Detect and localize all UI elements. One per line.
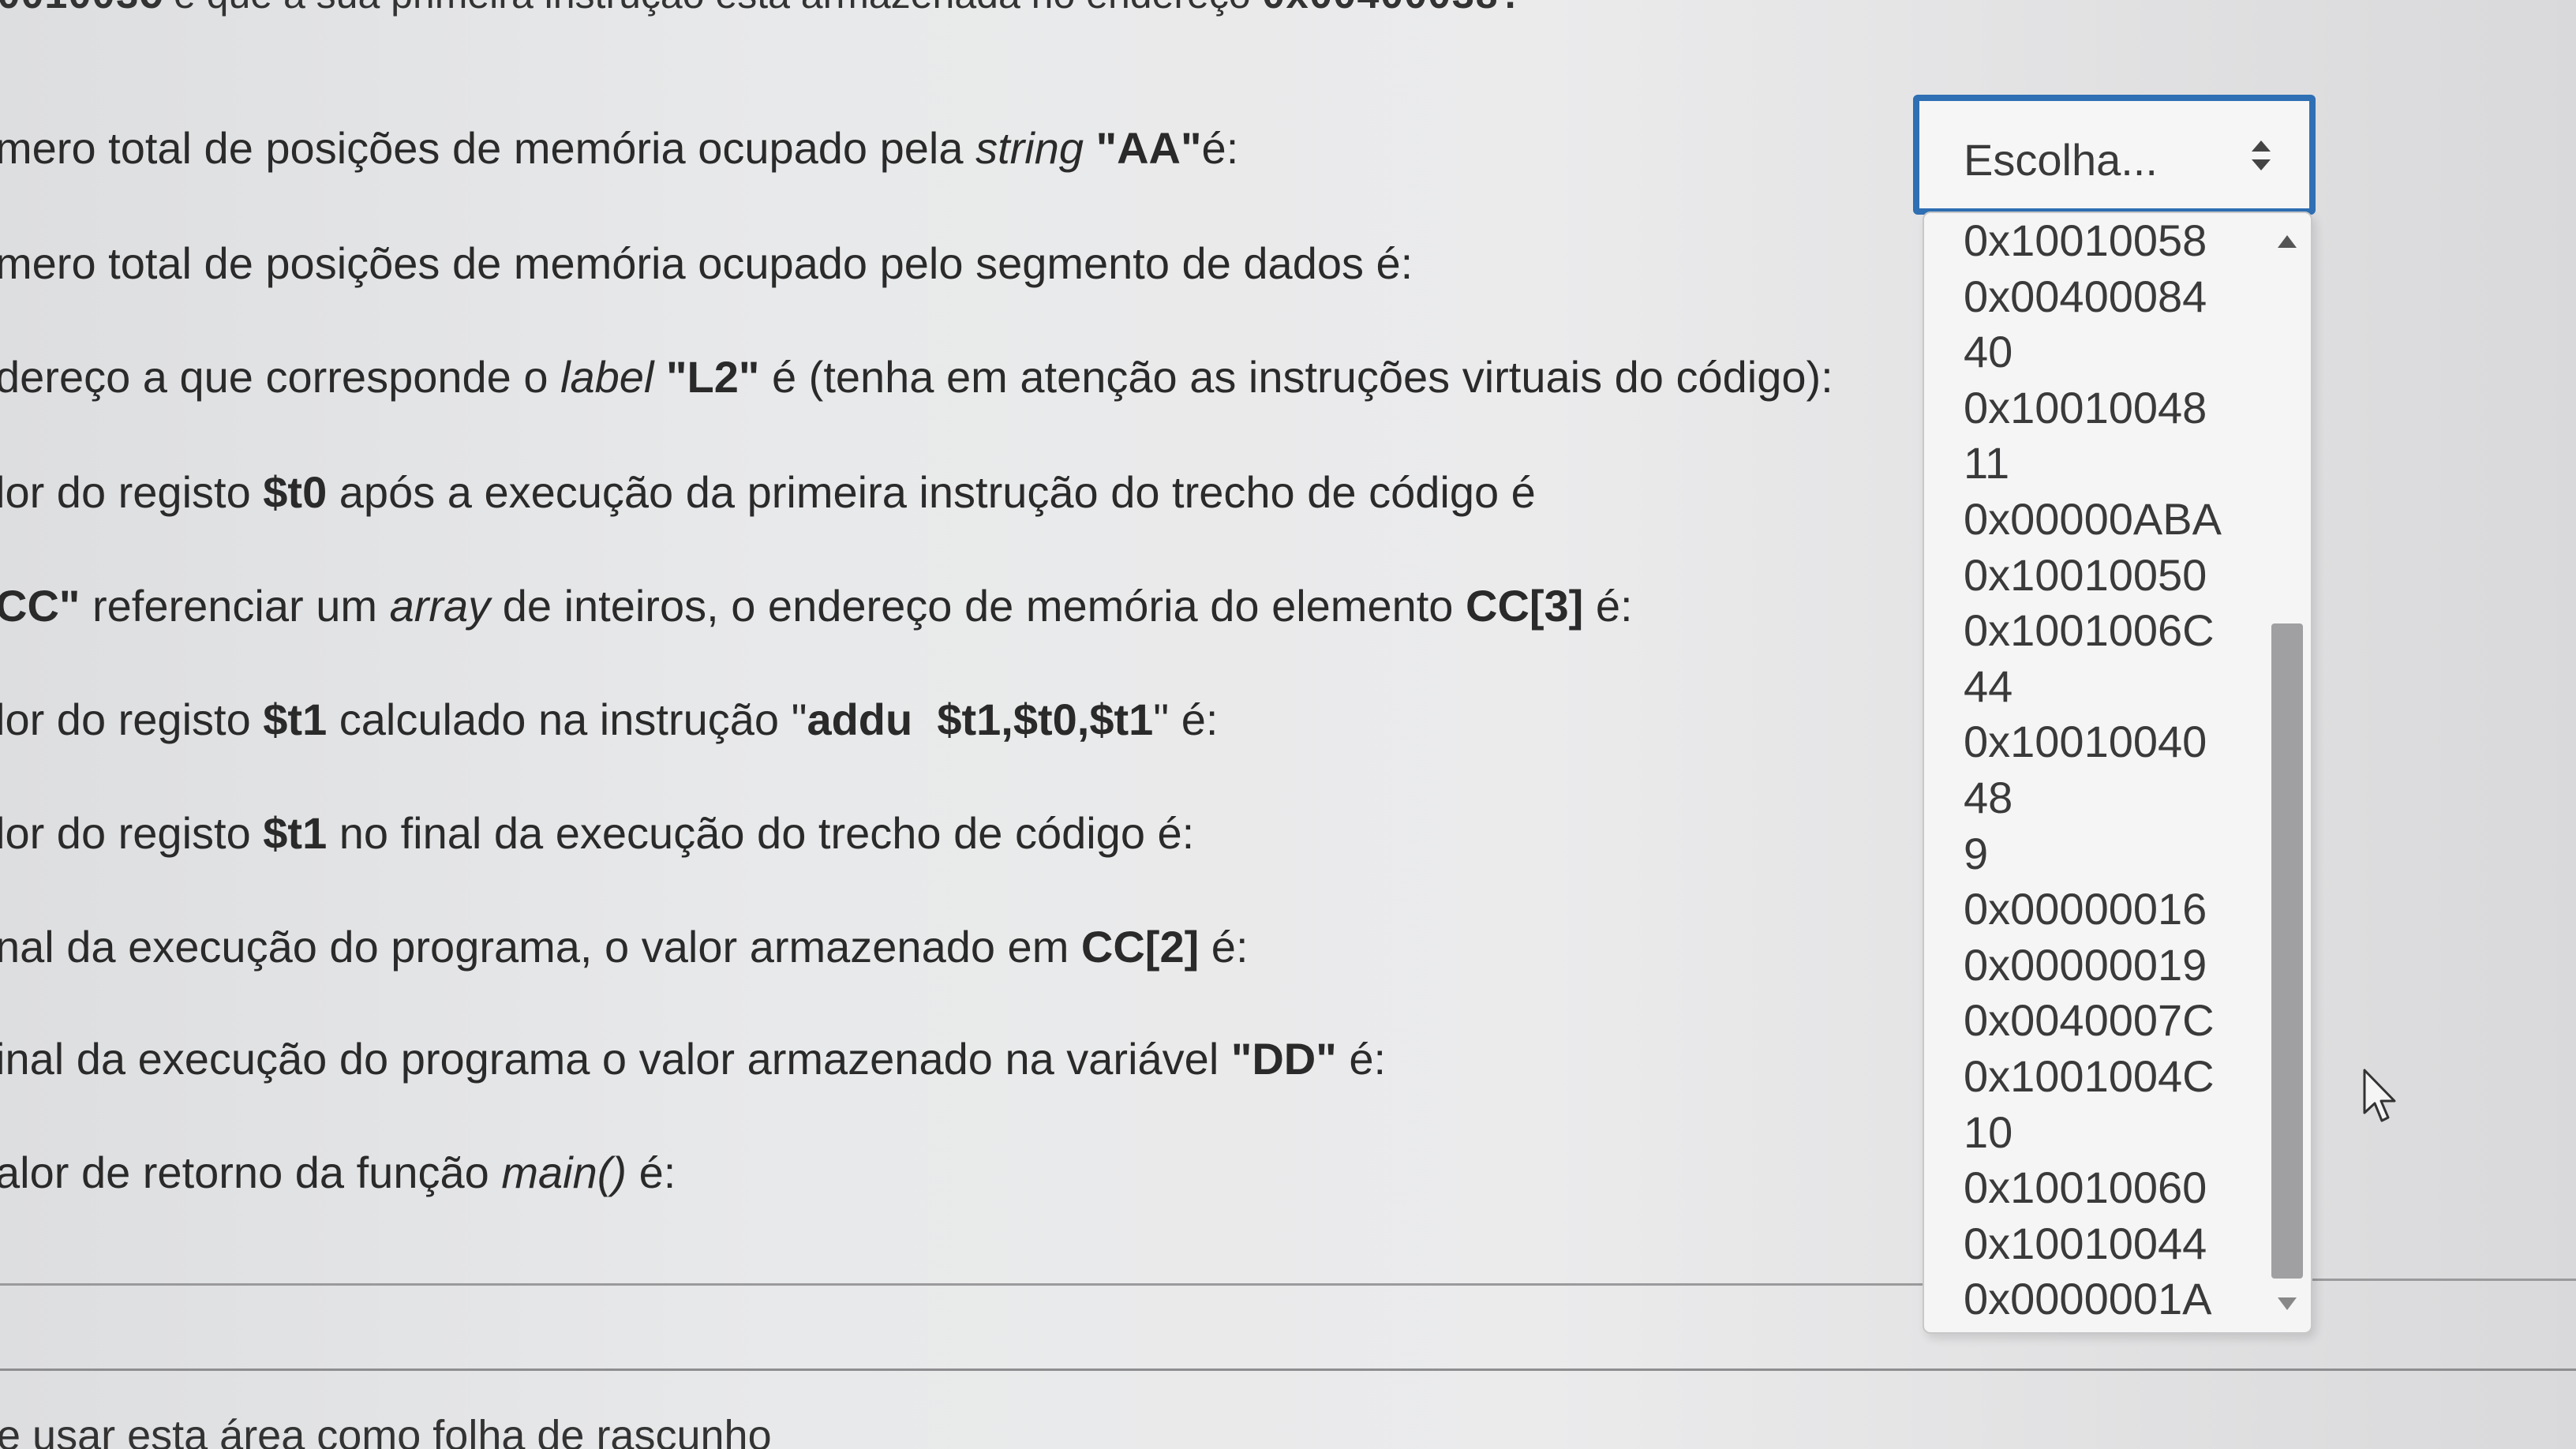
question-text: mero total de posições de memória ocupad… [0, 238, 1413, 288]
question-text-end: é: [1199, 922, 1249, 972]
question-bold: CC[2] [1080, 922, 1200, 972]
question-space [653, 352, 666, 402]
question-bold: CC" [0, 581, 80, 631]
question-bold-2: CC[3] [1466, 581, 1584, 631]
option-item[interactable]: 0x00000ABA [1924, 492, 2263, 548]
mouse-pointer-icon [2363, 1069, 2396, 1122]
question-text: mero total de posições de memória ocupad… [0, 123, 976, 173]
question-text-mid: de inteiros, o endereço de memória do el… [490, 581, 1466, 631]
quiz-page: 001003C e que a sua primeira instrução e… [0, 0, 2576, 1449]
option-item[interactable]: 11 [1924, 436, 2263, 492]
question-4: lor do registo $t0 após a execução da pr… [0, 470, 1536, 515]
question-bold: "AA" [1095, 123, 1202, 173]
question-2: mero total de posições de memória ocupad… [0, 242, 1413, 286]
scroll-up-arrow-icon[interactable] [2276, 234, 2298, 249]
question-text-end: após a execução da primeira instrução do… [327, 467, 1536, 517]
option-item[interactable]: 48 [1924, 770, 2263, 826]
option-item[interactable]: 0x1001006C [1924, 603, 2263, 659]
option-item[interactable]: 0x10010050 [1924, 548, 2263, 604]
option-item[interactable]: 0x10010040 [1924, 714, 2263, 770]
question-bold: "DD" [1230, 1034, 1337, 1084]
question-text: alor de retorno da função [0, 1148, 502, 1197]
question-text-mid: calculado na instrução " [327, 695, 807, 744]
option-item[interactable]: 0x00000019 [1924, 938, 2263, 994]
option-item[interactable]: 0x10010044 [1924, 1216, 2263, 1272]
question-1: mero total de posições de memória ocupad… [0, 126, 1238, 170]
answer-select[interactable]: Escolha... [1913, 95, 2316, 215]
intro-text: 001003C e que a sua primeira instrução e… [0, 0, 1522, 21]
question-text-end: " é: [1153, 695, 1219, 744]
option-item[interactable]: 0x1001004C [1924, 1049, 2263, 1105]
scroll-thumb[interactable] [2271, 623, 2303, 1279]
question-italic: main() [501, 1148, 627, 1197]
question-text: lor do registo [0, 808, 264, 858]
question-bold-2: addu $t1,$t0,$t1 [807, 695, 1154, 744]
question-9: inal da execução do programa o valor arm… [0, 1037, 1386, 1081]
option-item[interactable]: 44 [1924, 659, 2263, 715]
question-8: nal da execução do programa, o valor arm… [0, 925, 1249, 969]
intro-code-a: 001003C [0, 0, 163, 21]
question-text: referenciar um [80, 581, 390, 631]
option-list: 0x10010058 0x00400084 40 0x10010048 11 0… [1924, 213, 2263, 1327]
option-item[interactable]: 0x00400084 [1924, 269, 2263, 325]
option-item[interactable]: 0x00000016 [1924, 882, 2263, 938]
question-space [1084, 123, 1096, 173]
option-item[interactable]: 0x0040007C [1924, 993, 2263, 1049]
option-item[interactable]: 0x10010060 [1924, 1160, 2263, 1216]
question-text: inal da execução do programa o valor arm… [0, 1034, 1231, 1084]
question-text-end: é: [627, 1148, 676, 1197]
question-italic: label [560, 352, 654, 402]
divider-right [2312, 1279, 2576, 1281]
intro-code-b: 0x00400038. [1262, 0, 1522, 21]
question-text-end: é: [1201, 123, 1239, 173]
question-bold: $t0 [263, 467, 328, 517]
option-item[interactable]: 40 [1924, 324, 2263, 380]
question-bold: "L2" [665, 352, 760, 402]
select-dropdown-list[interactable]: 0x10010058 0x00400084 40 0x10010048 11 0… [1923, 212, 2312, 1334]
question-bold: $t1 [263, 695, 328, 744]
scroll-down-arrow-icon[interactable] [2276, 1296, 2298, 1312]
option-item[interactable]: 10 [1924, 1105, 2263, 1161]
question-5: CC" referenciar um array de inteiros, o … [0, 584, 1633, 628]
question-6: lor do registo $t1 calculado na instruçã… [0, 698, 1218, 742]
question-text: lor do registo [0, 695, 264, 744]
question-italic: array [389, 581, 491, 631]
question-text: lor do registo [0, 467, 264, 517]
question-7: lor do registo $t1 no final da execução … [0, 811, 1194, 856]
question-italic: string [975, 123, 1084, 173]
question-text-end: é (tenha em atenção as instruções virtua… [759, 352, 1833, 402]
question-text-end: é: [1583, 581, 1633, 631]
option-item[interactable]: 0x0000001A [1924, 1271, 2263, 1327]
question-text-end: no final da execução do trecho de código… [327, 808, 1195, 858]
scratch-area-note: e usar esta área como folha de rascunho [0, 1412, 772, 1449]
question-text: nal da execução do programa, o valor arm… [0, 922, 1081, 972]
select-value: Escolha... [1964, 135, 2158, 185]
option-item[interactable]: 0x10010058 [1924, 213, 2263, 269]
option-item[interactable]: 0x10010048 [1924, 380, 2263, 436]
divider-left [0, 1283, 1926, 1286]
question-bold: $t1 [263, 808, 328, 858]
question-text-end: é: [1336, 1034, 1387, 1084]
dropdown-scrollbar[interactable] [2265, 213, 2305, 1332]
question-3: dereço a que corresponde o label "L2" é … [0, 355, 1833, 399]
question-text: dereço a que corresponde o [0, 352, 561, 402]
option-item[interactable]: 9 [1924, 826, 2263, 882]
intro-sentence: e que a sua primeira instrução está arma… [163, 0, 1262, 17]
sort-arrows-icon [2252, 140, 2271, 170]
divider-lower [0, 1368, 2576, 1371]
question-10: alor de retorno da função main() é: [0, 1151, 676, 1195]
